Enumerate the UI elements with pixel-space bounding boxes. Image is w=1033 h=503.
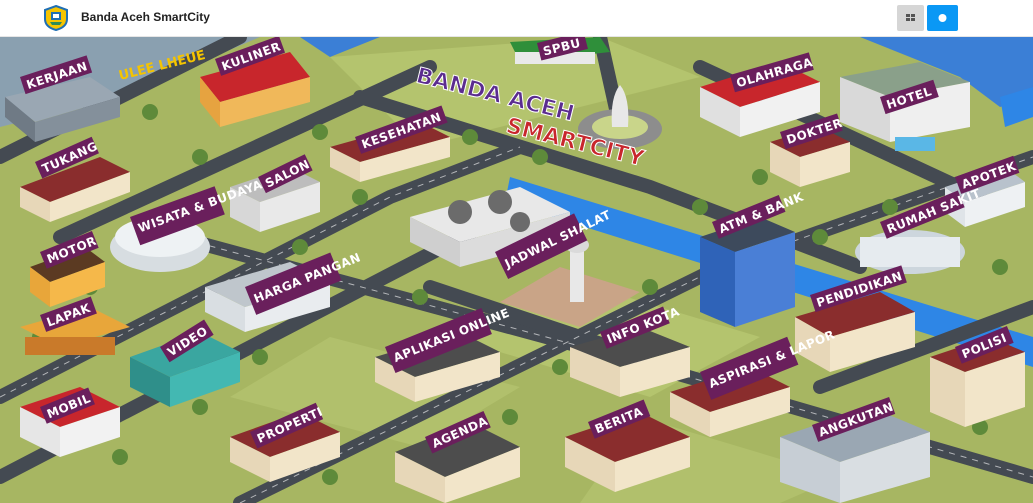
app-title: Banda Aceh SmartCity [81, 10, 210, 24]
grid-view-button[interactable] [897, 5, 924, 31]
city-logo [44, 5, 68, 31]
circle-dot-icon [938, 14, 947, 22]
grid-icon [906, 14, 915, 21]
map-view-button[interactable] [927, 5, 958, 31]
top-bar: Banda Aceh SmartCity [0, 0, 1033, 37]
isometric-city-illustration: BANDA ACEH SMARTCITY ULEE LHEUE KERJAAN … [0, 37, 1033, 503]
city-map: BANDA ACEH SMARTCITY ULEE LHEUE KERJAAN … [0, 37, 1033, 503]
